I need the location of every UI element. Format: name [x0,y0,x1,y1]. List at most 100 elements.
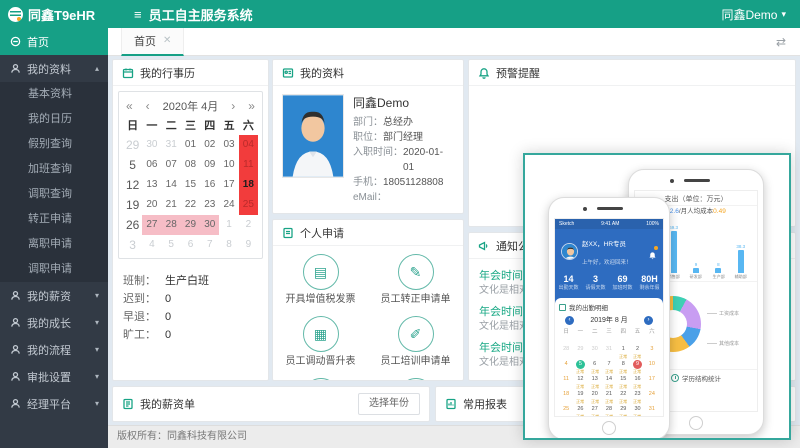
sidebar-item[interactable]: 经理平台 ▾ [0,390,108,417]
mini-day-tag: 正常 [618,416,629,418]
calendar-day[interactable]: 9 [239,235,258,255]
calendar-day[interactable]: 24 [219,195,238,215]
apply-item-icon: ▤ [303,254,339,290]
calendar-day[interactable]: 13 [142,175,161,195]
sidebar-item[interactable]: 我的成长 ▾ [0,309,108,336]
sidebar-item[interactable]: 我的薪资 ▾ [0,282,108,309]
calendar-day[interactable]: 02 [200,135,219,155]
apply-item-icon [303,378,339,381]
select-year-button[interactable]: 选择年份 [358,393,420,415]
sidebar-subitem[interactable]: 离职申请 [0,232,108,257]
calendar-day[interactable]: 29 [123,135,142,155]
apply-item-icon: ✎ [398,254,434,290]
user-menu[interactable]: 同鑫Demo ▾ [721,6,786,23]
prev-month-button[interactable]: ‹ [565,316,574,325]
sidebar-subitem[interactable]: 基本资料 [0,82,108,107]
calendar-day[interactable]: 8 [219,235,238,255]
refresh-icon[interactable]: ⇄ [776,35,786,49]
sidebar-item-home[interactable]: 首页 [0,28,108,55]
logo: 同鑫T9eHR [0,5,108,24]
calendar-day[interactable]: 03 [219,135,238,155]
sidebar-subitem[interactable]: 调职申请 [0,257,108,282]
mini-calendar-day: 18 [559,382,573,397]
calendar-day[interactable]: 06 [142,155,161,175]
calendar-day[interactable]: 01 [181,135,200,155]
calendar-day[interactable]: 2 [239,215,258,235]
calendar-day[interactable]: 16 [200,175,219,195]
tab-home[interactable]: 首页 ✕ [121,28,184,56]
calendar-day[interactable]: 07 [162,155,181,175]
calendar-day[interactable]: 29 [181,215,200,235]
calendar-day[interactable]: 18 [239,175,258,195]
calendar-day[interactable]: 7 [200,235,219,255]
calendar-day[interactable]: 30 [200,215,219,235]
calendar-day[interactable]: 4 [142,235,161,255]
calendar-day[interactable]: 25 [239,195,258,215]
card-personal-apply: 个人申请 ▤ 开具增值税发票 ✎ 员工转正申请单 ▦ 员工调动晋升表 [272,219,464,381]
calendar-day[interactable]: 19 [123,195,142,215]
weekday-label: 五 [630,328,644,337]
mini-calendar-day: 5 正常 [573,352,587,367]
calendar-day[interactable]: 10 [219,155,238,175]
next-month-button[interactable]: › [231,99,235,113]
sidebar-groups: 我的薪资 ▾ 我的成长 ▾ 我的流程 ▾ [0,282,108,417]
calendar-day[interactable]: 09 [200,155,219,175]
calendar-day[interactable]: 23 [200,195,219,215]
calendar-day[interactable]: 6 [181,235,200,255]
calendar-day[interactable]: 12 [123,175,142,195]
mini-calendar-day: 31 [645,397,659,412]
profile-buttons: 岗位职责 工作流程 消息(3) [273,205,463,214]
sidebar-item-label: 我的流程 [27,342,71,358]
notification-bell-icon[interactable] [648,247,657,256]
calendar-day[interactable]: 22 [181,195,200,215]
calendar-day[interactable]: 3 [123,235,142,255]
calendar-day[interactable]: 26 [123,215,142,235]
next-year-button[interactable]: » [248,99,255,113]
sidebar-subitem[interactable]: 我的日历 [0,107,108,132]
calendar-day[interactable]: 11 [239,155,258,175]
sidebar-subitem[interactable]: 调职查询 [0,182,108,207]
calendar-day[interactable]: 08 [181,155,200,175]
apply-item[interactable]: ▦ 员工调动晋升表 [286,316,356,368]
sidebar-subitem[interactable]: 转正申请 [0,207,108,232]
apply-item[interactable]: ✐ 员工培训申请单 [381,316,451,368]
prev-month-button[interactable]: ‹ [146,99,150,113]
mini-day-tag: 正常 [632,371,643,375]
calendar-day[interactable]: 14 [162,175,181,195]
sidebar-subitem[interactable]: 加班查询 [0,157,108,182]
calendar-day[interactable]: 5 [123,155,142,175]
sidebar-item[interactable]: 审批设置 ▾ [0,363,108,390]
mini-day-tag: 正常 [603,386,614,390]
stat-row: 早退： 0 [123,308,258,326]
calendar-day[interactable]: 04 [239,135,258,155]
calendar-day[interactable]: 27 [142,215,161,235]
sidebar-item[interactable]: 我的流程 ▾ [0,336,108,363]
calendar-day[interactable]: 21 [162,195,181,215]
calendar-day[interactable]: 28 [162,215,181,235]
calendar-day[interactable]: 1 [219,215,238,235]
mini-calendar-day: 25 [559,397,573,412]
bar: 9研发部 [689,262,703,281]
tab-label: 首页 [134,33,156,49]
profile-field: 职位： 部门经理 [353,130,454,145]
next-month-button[interactable]: › [644,316,653,325]
apply-item[interactable]: ✎ 员工转正申请单 [381,254,451,306]
close-icon[interactable]: ✕ [163,35,171,46]
mini-day-tag: 正常 [589,386,600,390]
hamburger-menu-icon[interactable]: ≡ [134,7,142,22]
sidebar-subitem[interactable]: 假别查询 [0,132,108,157]
sidebar-group-profile[interactable]: 我的资料 ▴ [0,55,108,82]
apply-item[interactable]: ▤ 开具增值税发票 [286,254,356,306]
calendar-day[interactable]: 20 [142,195,161,215]
attendance-section-title: 我的出勤明细 [569,302,608,312]
apply-item[interactable] [303,378,339,381]
prev-year-button[interactable]: « [126,99,133,113]
month-nav: ‹ 2019年 8 月 › [559,312,659,328]
calendar-day[interactable]: 15 [181,175,200,195]
mini-day-tag: 正常 [575,371,586,375]
calendar-day[interactable]: 31 [162,135,181,155]
apply-item[interactable] [398,378,434,381]
calendar-day[interactable]: 30 [142,135,161,155]
calendar-day[interactable]: 5 [162,235,181,255]
calendar-day[interactable]: 17 [219,175,238,195]
